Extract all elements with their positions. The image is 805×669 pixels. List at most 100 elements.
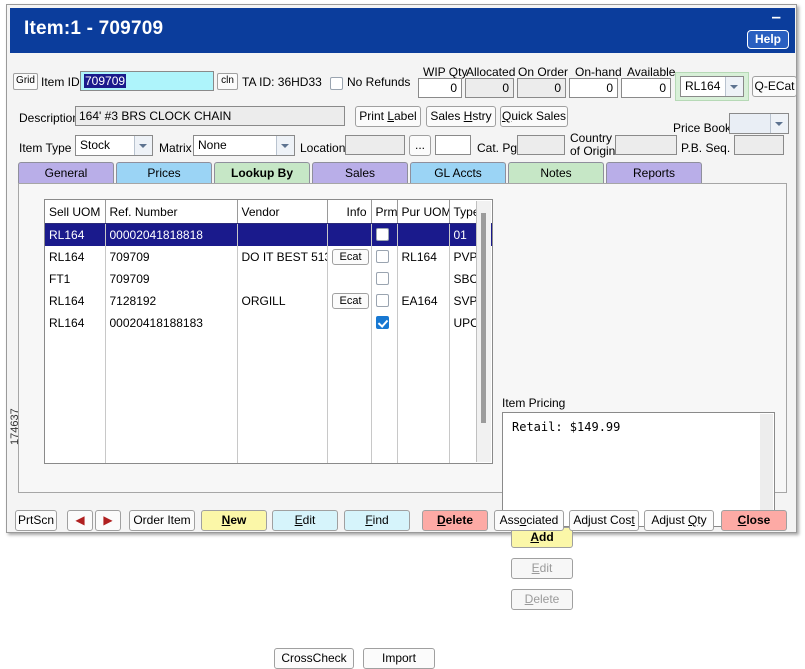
close-button[interactable]: Close: [721, 510, 787, 531]
ta-id-text: TA ID: 36HD33: [242, 75, 322, 89]
adjust-qty-button[interactable]: Adjust Qty: [644, 510, 714, 531]
country-of-origin-label-line1: Country: [570, 131, 613, 145]
location-input[interactable]: [345, 135, 405, 155]
next-record-button[interactable]: ▶: [95, 510, 121, 531]
delete-pricing-button[interactable]: Delete: [511, 589, 573, 610]
cat-pg-label: Cat. Pg.: [477, 141, 521, 155]
cell-ref-number: 709709: [105, 246, 238, 268]
table-row[interactable]: FT1 709709 SBC: [45, 268, 492, 290]
cat-pg-input[interactable]: [517, 135, 565, 155]
cell-prm[interactable]: [371, 246, 398, 268]
prev-record-button[interactable]: ◀: [67, 510, 93, 531]
cell-info[interactable]: Ecat: [327, 290, 372, 312]
tab-bar: General Prices Lookup By Sales GL Accts …: [18, 162, 704, 184]
table-row[interactable]: RL164 7128192 ORGILL Ecat EA164 SVPN: [45, 290, 492, 312]
cln-button[interactable]: cln: [217, 73, 238, 90]
prm-checkbox[interactable]: [375, 272, 389, 285]
column-info[interactable]: Info: [327, 200, 372, 224]
adjust-cost-button[interactable]: Adjust Cost: [569, 510, 639, 531]
grid-scrollbar-thumb[interactable]: [481, 213, 486, 423]
table-row[interactable]: RL164 00002041818818 01: [45, 223, 492, 246]
prm-checkbox[interactable]: [375, 228, 389, 241]
location-browse-button[interactable]: ...: [409, 135, 431, 156]
description-input[interactable]: 164' #3 BRS CLOCK CHAIN: [75, 106, 345, 126]
location-extra-input[interactable]: [435, 135, 471, 155]
prm-checkbox[interactable]: [375, 294, 389, 307]
column-pur-uom[interactable]: Pur UOM: [397, 200, 450, 224]
cell-vendor: [237, 223, 328, 246]
column-vendor[interactable]: Vendor: [237, 200, 328, 224]
on-hand-value[interactable]: 0: [569, 78, 618, 98]
print-label-button[interactable]: Print Label: [355, 106, 421, 127]
quick-sales-button[interactable]: Quick Sales: [500, 106, 568, 127]
matrix-value: None: [198, 138, 227, 152]
new-button[interactable]: New: [201, 510, 267, 531]
column-prm[interactable]: Prm: [371, 200, 398, 224]
table-row[interactable]: RL164 00020418188183 UPC: [45, 312, 492, 334]
help-button[interactable]: Help: [746, 30, 789, 49]
cell-prm[interactable]: [371, 312, 398, 334]
cell-pur-uom: [397, 268, 450, 290]
table-row[interactable]: RL164 709709 DO IT BEST 5132 Ecat RL164 …: [45, 246, 492, 268]
chevron-down-icon: [134, 136, 152, 155]
ecat-button[interactable]: Ecat: [332, 249, 369, 265]
cell-info[interactable]: Ecat: [327, 246, 372, 268]
item-id-input[interactable]: 709709: [80, 71, 214, 91]
cell-prm[interactable]: [371, 290, 398, 312]
on-order-value: 0: [517, 78, 566, 98]
tab-reports[interactable]: Reports: [606, 162, 702, 184]
wip-qty-value[interactable]: 0: [418, 78, 462, 98]
ecat-button[interactable]: Ecat: [332, 293, 369, 309]
item-maintenance-window: Item:1 - 709709 – Help Grid Item ID 7097…: [6, 4, 797, 669]
tab-prices[interactable]: Prices: [116, 162, 212, 184]
tab-notes[interactable]: Notes: [508, 162, 604, 184]
import-button[interactable]: Import: [363, 648, 435, 669]
cell-prm[interactable]: [371, 268, 398, 290]
associated-button[interactable]: Associated: [494, 510, 564, 531]
edit-button[interactable]: Edit: [272, 510, 338, 531]
grid-scrollbar[interactable]: [476, 201, 491, 462]
tab-lookup-by[interactable]: Lookup By: [214, 162, 310, 184]
cell-sell-uom: FT1: [45, 268, 106, 290]
minimize-button[interactable]: –: [772, 8, 781, 25]
q-ecat-button[interactable]: Q-ECat: [752, 76, 797, 97]
on-order-label: On Order: [518, 65, 569, 79]
delete-button[interactable]: Delete: [422, 510, 488, 531]
column-sell-uom[interactable]: Sell UOM: [45, 200, 106, 224]
uom-select[interactable]: RL164: [680, 76, 744, 97]
sales-hstry-button[interactable]: Sales Hstry: [426, 106, 496, 127]
lookup-by-panel: Sell UOM Ref. Number Vendor Info Prm Pur…: [18, 183, 787, 669]
cell-pur-uom: [397, 223, 450, 246]
cell-info: [327, 268, 372, 290]
cell-ref-number: 709709: [105, 268, 238, 290]
tab-sales[interactable]: Sales: [312, 162, 408, 184]
grid-button[interactable]: Grid: [13, 73, 38, 90]
item-id-label: Item ID: [41, 75, 80, 89]
price-book-label: Price Book: [673, 121, 732, 135]
location-label: Location: [300, 141, 346, 155]
pb-seq-label: P.B. Seq.: [681, 141, 731, 155]
prm-checkbox[interactable]: [375, 316, 389, 329]
cell-pur-uom: EA164: [397, 290, 450, 312]
find-button[interactable]: Find: [344, 510, 410, 531]
cell-prm[interactable]: [371, 223, 398, 246]
item-type-label: Item Type: [19, 141, 72, 155]
pb-seq-input[interactable]: [734, 135, 784, 155]
tab-gl-accts[interactable]: GL Accts: [410, 162, 506, 184]
pricing-scrollbar[interactable]: [760, 414, 773, 525]
prm-checkbox[interactable]: [375, 250, 389, 263]
country-of-origin-input[interactable]: [615, 135, 677, 155]
matrix-select[interactable]: None: [193, 135, 295, 156]
price-book-select[interactable]: [729, 113, 789, 134]
prtscn-button[interactable]: PrtScn: [15, 510, 57, 531]
item-type-select[interactable]: Stock: [75, 135, 153, 156]
available-value: 0: [621, 78, 671, 98]
edit-pricing-button[interactable]: Edit: [511, 558, 573, 579]
column-ref-number[interactable]: Ref. Number: [105, 200, 238, 224]
tab-general[interactable]: General: [18, 162, 114, 184]
cell-ref-number: 00020418188183: [105, 312, 238, 334]
lookup-grid[interactable]: Sell UOM Ref. Number Vendor Info Prm Pur…: [44, 199, 493, 464]
order-item-button[interactable]: Order Item: [129, 510, 195, 531]
no-refunds-checkbox[interactable]: [330, 77, 343, 90]
crosscheck-button[interactable]: CrossCheck: [274, 648, 354, 669]
